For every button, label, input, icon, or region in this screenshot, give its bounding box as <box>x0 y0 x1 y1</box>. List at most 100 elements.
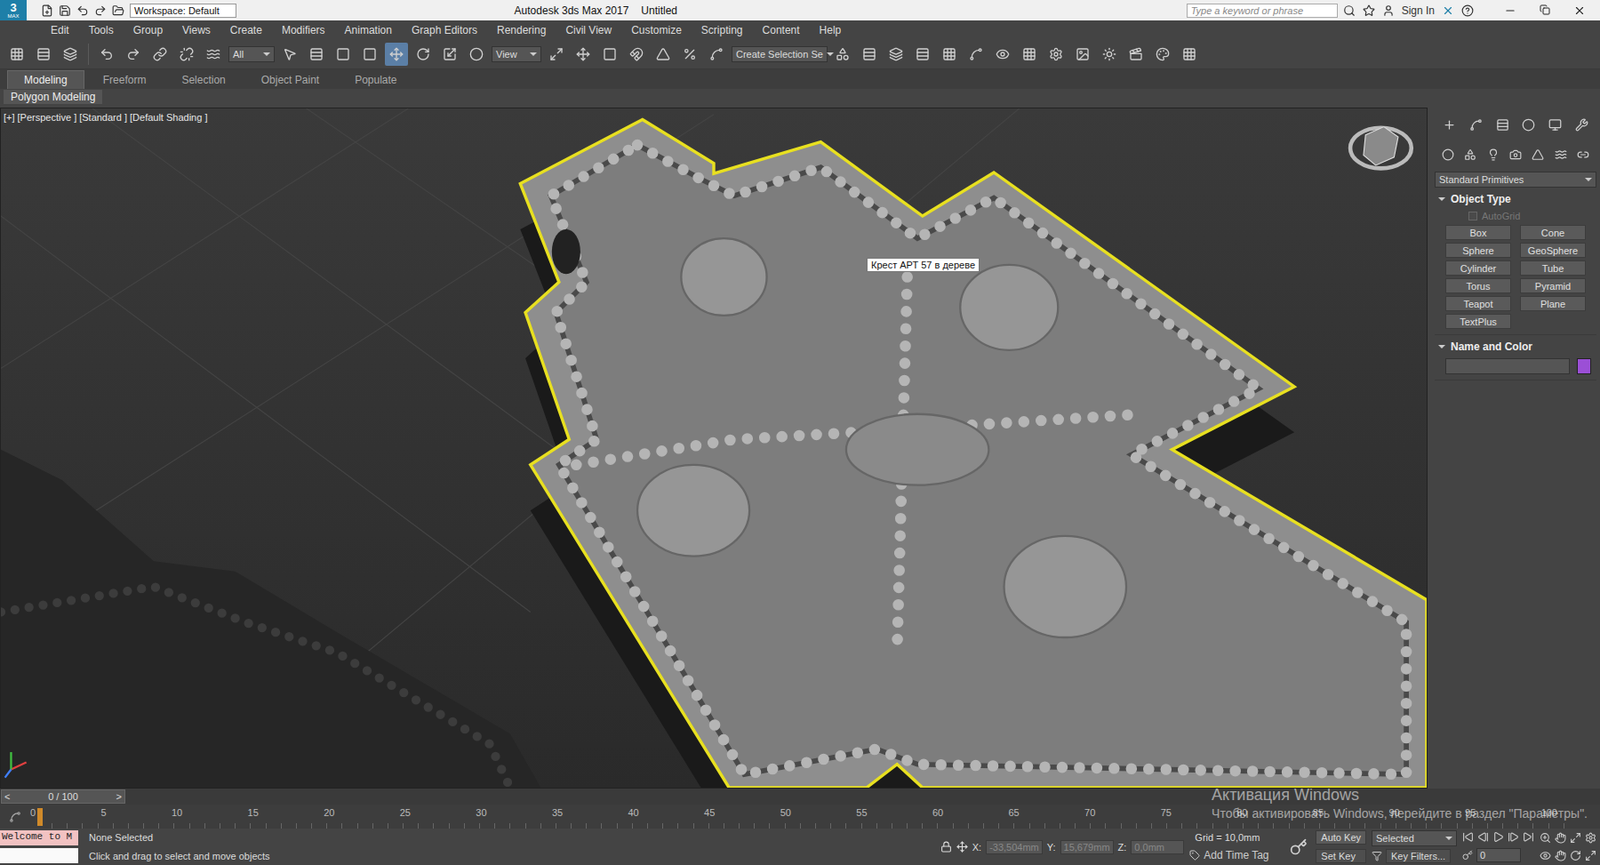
menu-item[interactable]: Group <box>123 22 173 39</box>
selection-filter-dropdown[interactable]: All <box>228 46 275 63</box>
tool-button[interactable] <box>624 42 648 66</box>
viewcube-icon[interactable] <box>1350 127 1412 169</box>
menu-item[interactable]: Scripting <box>691 22 753 39</box>
auto-key-button[interactable]: Auto Key <box>1315 830 1367 845</box>
ribbon-tab[interactable]: Modeling <box>7 70 85 89</box>
autogrid-checkbox[interactable]: AutoGrid <box>1434 210 1597 222</box>
absolute-mode-icon[interactable] <box>956 840 968 853</box>
tool-button[interactable] <box>331 42 355 66</box>
tool-button[interactable] <box>1438 143 1457 167</box>
primitive-button[interactable]: Tube <box>1520 260 1586 276</box>
tool-button[interactable] <box>571 42 595 66</box>
tool-button[interactable] <box>1569 112 1593 136</box>
viewport-label-menu[interactable]: [+] <box>3 112 16 123</box>
tool-button[interactable] <box>358 42 382 66</box>
ribbon-tab[interactable]: Object Paint <box>244 70 336 89</box>
second-cross-model[interactable] <box>0 449 541 788</box>
tool-button[interactable] <box>278 42 302 66</box>
zoom-extents-icon[interactable] <box>1569 832 1582 844</box>
next-frame-icon[interactable] <box>1507 831 1520 843</box>
viewport-label-menu[interactable]: [Perspective ] <box>17 112 78 123</box>
undo-icon[interactable] <box>76 4 89 17</box>
previous-frame-button[interactable]: < <box>4 791 10 802</box>
menu-item[interactable]: Customize <box>621 22 692 39</box>
viewport-label-menu[interactable]: [Standard ] <box>79 112 128 123</box>
menu-item[interactable]: Civil View <box>555 22 622 39</box>
tool-button[interactable] <box>857 42 881 66</box>
save-icon[interactable] <box>58 4 72 17</box>
scene-view[interactable] <box>0 108 1427 788</box>
tool-button[interactable] <box>1097 42 1121 66</box>
listener-input[interactable] <box>0 848 79 864</box>
tool-button[interactable] <box>464 42 488 66</box>
tool-button[interactable] <box>1517 112 1541 136</box>
tool-button[interactable] <box>1438 112 1462 136</box>
selection-lock-icon[interactable] <box>940 840 952 853</box>
primitive-button[interactable]: Pyramid <box>1520 278 1586 294</box>
rollout-header[interactable]: Object Type <box>1434 191 1597 208</box>
key-filters-button[interactable]: Key Filters... <box>1385 848 1451 864</box>
primitive-button[interactable]: Teapot <box>1445 296 1512 312</box>
next-frame-button[interactable]: > <box>116 791 122 802</box>
tool-button[interactable] <box>438 42 462 66</box>
ribbon-tab[interactable]: Selection <box>164 70 242 89</box>
exchange-icon[interactable] <box>1441 4 1455 17</box>
add-time-tag[interactable]: Add Time Tag <box>1189 848 1282 862</box>
viewport-label-menu[interactable]: [Default Shading ] <box>129 112 208 123</box>
binoculars-icon[interactable] <box>1343 4 1356 17</box>
set-key-big-button[interactable] <box>1287 835 1311 859</box>
tool-button[interactable] <box>1490 112 1514 136</box>
ribbon-tab[interactable]: Populate <box>337 70 414 89</box>
tool-button[interactable] <box>1460 143 1480 167</box>
primitive-button[interactable]: Cylinder <box>1445 260 1512 276</box>
tool-button[interactable] <box>1505 143 1525 167</box>
perspective-viewport[interactable]: [+][Perspective ][Standard ][Default Sha… <box>0 107 1428 789</box>
tool-button[interactable] <box>598 42 622 66</box>
cross-model[interactable] <box>520 120 1427 788</box>
tool-button[interactable] <box>1464 112 1488 136</box>
tool-button[interactable] <box>304 42 328 66</box>
field-of-view-icon[interactable] <box>1539 849 1552 862</box>
mini-curve-editor-button[interactable] <box>0 804 31 829</box>
category-dropdown[interactable]: Standard Primitives <box>1434 171 1597 188</box>
menu-item[interactable]: Edit <box>40 22 80 39</box>
z-field[interactable]: 0,0mm <box>1130 840 1184 855</box>
tool-button[interactable] <box>1017 42 1041 66</box>
workspace-dropdown[interactable]: Workspace: Default <box>129 3 237 18</box>
tool-button[interactable] <box>1071 42 1095 66</box>
object-color-swatch[interactable] <box>1576 358 1592 375</box>
menu-item[interactable]: Animation <box>335 22 402 39</box>
tool-button[interactable] <box>544 42 568 66</box>
primitive-button[interactable]: Cone <box>1520 224 1586 240</box>
tool-button[interactable] <box>1574 143 1593 167</box>
tool-button[interactable] <box>384 42 408 66</box>
track-bar-area[interactable]: 0510152025303540455055606570758085909510… <box>30 804 1600 829</box>
object-name-field[interactable] <box>1445 358 1570 375</box>
tool-button[interactable] <box>991 42 1015 66</box>
y-field[interactable]: 15,679mm <box>1060 840 1114 855</box>
x-field[interactable]: -33,504mm <box>985 840 1043 855</box>
menu-item[interactable]: Create <box>220 22 272 39</box>
rollout-header[interactable]: Name and Color <box>1434 338 1597 355</box>
menu-item[interactable]: Tools <box>79 22 124 39</box>
help-icon[interactable] <box>1461 4 1474 17</box>
key-mode-dropdown[interactable]: Selected <box>1371 830 1457 847</box>
menu-item[interactable]: Help <box>809 22 852 39</box>
app-logo[interactable]: 3MAX <box>0 0 27 21</box>
walk-through-icon[interactable] <box>1554 849 1567 862</box>
tool-button[interactable] <box>964 42 988 66</box>
redo-icon[interactable] <box>94 4 107 17</box>
tool-button[interactable] <box>678 42 702 66</box>
tool-button[interactable] <box>1151 42 1175 66</box>
sign-in-button[interactable]: Sign In <box>1401 4 1435 17</box>
time-slider-track[interactable]: <0 / 100> <box>0 789 1600 804</box>
previous-frame-icon[interactable] <box>1477 831 1489 843</box>
tool-button[interactable] <box>831 42 855 66</box>
tool-button[interactable] <box>1483 143 1503 167</box>
go-to-end-icon[interactable] <box>1522 831 1535 843</box>
restore-icon[interactable] <box>1539 4 1551 16</box>
time-slider-thumb[interactable]: <0 / 100> <box>0 789 126 804</box>
tool-button[interactable] <box>911 42 935 66</box>
menu-item[interactable]: Modifiers <box>272 22 336 39</box>
orbit-icon[interactable] <box>1584 832 1597 844</box>
